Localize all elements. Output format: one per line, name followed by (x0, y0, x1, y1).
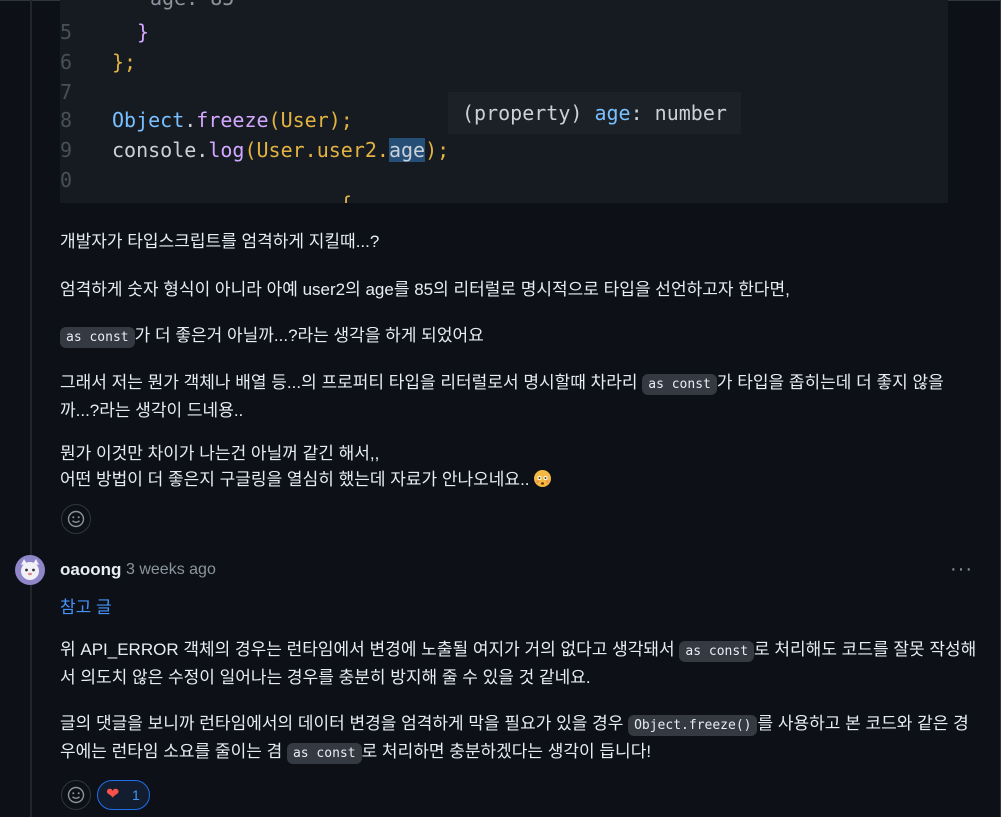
paragraph-text: 어떤 방법이 더 좋은지 구글링을 열심히 했는데 자료가 안나오네요.. (60, 470, 535, 489)
paragraph-text: 가 더 좋은거 아닐까...?라는 생각을 하게 되었어요 (134, 326, 484, 345)
code-token: (User.user2. (244, 138, 389, 162)
inline-code: as const (286, 743, 362, 764)
line-number: 0 (60, 168, 73, 192)
thread-line (30, 0, 32, 817)
code-token: (User); (268, 108, 353, 132)
inline-code: as const (60, 327, 135, 348)
flushed-emoji-icon (534, 470, 552, 487)
code-token: Object (112, 108, 185, 132)
code-token: ); (425, 138, 450, 162)
code-line-log: console.log(User.user2.age); (112, 138, 449, 162)
line-number: 5 (60, 20, 73, 44)
hover-tooltip: (property) age: number (448, 92, 741, 134)
paragraph-text: 그래서 저는 뭔가 객체나 배열 등...의 프로퍼티 타입을 리터럴로서 명시… (60, 373, 643, 392)
tooltip-name: age (594, 101, 631, 125)
code-token: log (208, 138, 245, 162)
paragraph-text: 로 처리하면 충분하겠다는 생각이 듭니다! (361, 742, 652, 761)
heart-icon: ❤ (106, 786, 120, 803)
code-token-highlighted: age (388, 138, 426, 162)
comment1-paragraph-2: 엄격하게 숫자 형식이 아니라 아예 user2의 age를 85의 리터럴로 … (60, 280, 790, 299)
add-reaction-button[interactable] (61, 504, 91, 534)
inline-code: as const (679, 641, 755, 662)
comment1-paragraph-1: 개발자가 타입스크립트를 엄격하게 지킬때...? (60, 232, 380, 251)
line-number: 8 (60, 108, 73, 132)
line-number: 9 (60, 138, 73, 162)
tooltip-prefix: (property) (462, 101, 595, 125)
code-block: age: 85 5 } 6 }; 7 8 Object.freeze(User)… (60, 0, 948, 203)
code-token: . (184, 108, 197, 132)
reaction-count: 1 (132, 787, 140, 803)
code-line-partial: { (340, 192, 352, 203)
code-token: freeze (196, 108, 269, 132)
comment1-paragraph-4: 그래서 저는 뭔가 객체나 배열 등...의 프로퍼티 타입을 리터럴로서 명시… (60, 370, 980, 424)
comment2-paragraph-1: 위 API_ERROR 객체의 경우는 런타임에서 변경에 노출될 여지가 거의… (60, 637, 980, 691)
heart-reaction-button[interactable]: ❤ 1 (97, 780, 150, 810)
smiley-icon (67, 510, 85, 528)
add-reaction-button[interactable] (61, 780, 91, 810)
avatar[interactable] (15, 555, 45, 585)
more-options-button[interactable]: ··· (950, 558, 973, 581)
smiley-icon (67, 786, 85, 804)
code-line: }; (112, 50, 137, 74)
tooltip-suffix: : number (630, 101, 727, 125)
code-token: . (196, 138, 209, 162)
code-line: } (137, 20, 150, 44)
line-number: 6 (60, 50, 73, 74)
line-number: 7 (60, 80, 73, 104)
inline-code: Object.freeze() (628, 715, 758, 736)
code-token: console (112, 138, 197, 162)
comment1-paragraph-3: as const 가 더 좋은거 아닐까...?라는 생각을 하게 되었어요 (60, 323, 980, 351)
reference-link[interactable]: 참고 글 (60, 593, 112, 618)
paragraph-text: 위 API_ERROR 객체의 경우는 런타임에서 변경에 노출될 여지가 거의… (60, 640, 680, 659)
comment-author[interactable]: oaoong (60, 560, 121, 580)
code-line-partial: age: 85 (150, 0, 234, 10)
code-line-freeze: Object.freeze(User); (112, 108, 353, 132)
inline-code: as const (642, 374, 717, 395)
comment1-paragraph-5: 뭔가 이것만 차이가 나는건 아닐꺼 같긴 해서,, 어떤 방법이 더 좋은지 구… (60, 441, 980, 493)
paragraph-text: 뭔가 이것만 차이가 나는건 아닐꺼 같긴 해서,, (60, 444, 380, 463)
comment2-paragraph-2: 글의 댓글을 보니까 런타임에서의 데이터 변경을 엄격하게 막을 필요가 있을… (60, 711, 980, 767)
comment-timestamp[interactable]: 3 weeks ago (126, 561, 216, 579)
paragraph-text: 글의 댓글을 보니까 런타임에서의 데이터 변경을 엄격하게 막을 필요가 있을… (60, 714, 629, 733)
